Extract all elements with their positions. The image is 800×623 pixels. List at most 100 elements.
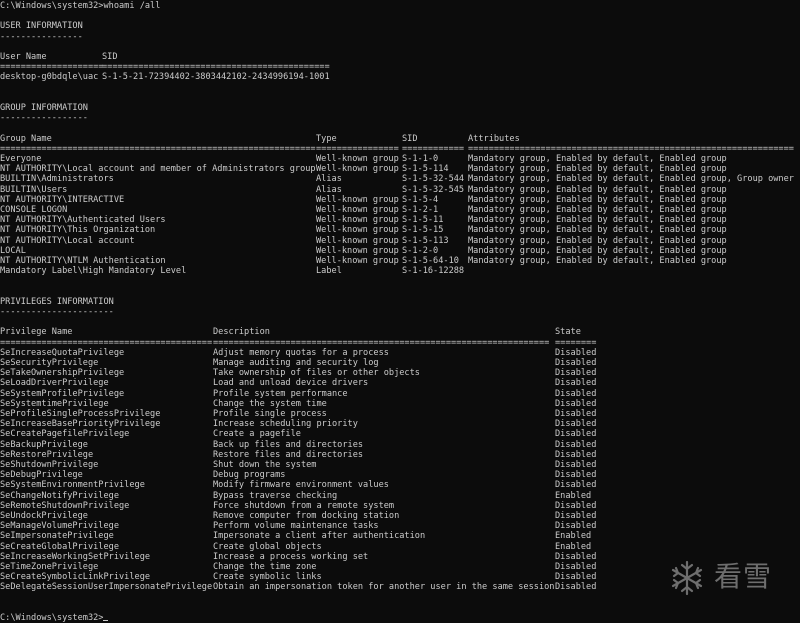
table-cell: Adjust memory quotas for a process bbox=[213, 347, 389, 358]
table-cell: SeCreateSymbolicLinkPrivilege bbox=[0, 572, 151, 583]
table-cell: Profile single process bbox=[213, 409, 327, 419]
table-cell: Disabled bbox=[555, 470, 597, 481]
table-cell: Force shutdown from a remote system bbox=[213, 500, 395, 511]
table-cell: S-1-5-113 bbox=[402, 235, 449, 246]
table-cell: Mandatory group, Enabled by default, Ena… bbox=[468, 164, 727, 175]
table-cell: SeManageVolumePrivilege bbox=[0, 521, 119, 532]
user-info-title: USER INFORMATION bbox=[0, 21, 83, 32]
table-cell: S-1-5-11 bbox=[402, 215, 444, 226]
table-cell: Change the time zone bbox=[213, 562, 317, 572]
table-cell: Enabled bbox=[555, 541, 592, 552]
table-cell: Back up files and directories bbox=[213, 439, 364, 450]
table-cell: Disabled bbox=[555, 358, 597, 368]
privileges-info-title: PRIVILEGES INFORMATION bbox=[0, 296, 114, 307]
column-header: Type bbox=[316, 133, 337, 144]
table-cell: Disabled bbox=[555, 439, 597, 450]
table-cell: Mandatory group, Enabled by default, Ena… bbox=[468, 154, 727, 164]
table-cell: SeSecurityPrivilege bbox=[0, 358, 99, 368]
table-cell: SeTimeZonePrivilege bbox=[0, 562, 99, 572]
table-cell: NT AUTHORITY\Local account and member of… bbox=[0, 164, 316, 175]
column-header: State bbox=[555, 327, 581, 338]
table-cell: SeRestorePrivilege bbox=[0, 449, 94, 460]
console-output[interactable]: C:\Windows\system32>whoami /all USER INFO… bbox=[0, 0, 800, 623]
table-cell: Mandatory group, Enabled by default, Ena… bbox=[468, 184, 727, 195]
table-cell: Debug programs bbox=[213, 470, 286, 481]
table-cell: S-1-16-12288 bbox=[402, 266, 465, 277]
table-cell: NT AUTHORITY\INTERACTIVE bbox=[0, 194, 125, 205]
table-cell: Enabled bbox=[555, 531, 592, 542]
table-cell: Impersonate a client after authenticatio… bbox=[213, 531, 426, 542]
rule-segment: ======== bbox=[555, 337, 597, 348]
table-cell: Mandatory group, Enabled by default, Ena… bbox=[468, 245, 727, 256]
table-cell: S-1-5-32-545 bbox=[402, 184, 465, 195]
table-cell: NT AUTHORITY\NTLM Authentication bbox=[0, 256, 166, 266]
table-cell: Profile system performance bbox=[213, 388, 348, 399]
table-cell: SeProfileSingleProcessPrivilege bbox=[0, 409, 161, 419]
table-cell: Enabled bbox=[555, 490, 592, 501]
table-cell: Disabled bbox=[555, 368, 597, 379]
table-cell: Perform volume maintenance tasks bbox=[213, 521, 379, 532]
table-cell: desktop-g0bdqle\uac bbox=[0, 72, 99, 83]
table-cell: SeShutdownPrivilege bbox=[0, 460, 99, 470]
table-cell: SeChangeNotifyPrivilege bbox=[0, 490, 119, 501]
table-cell: Well-known group bbox=[316, 164, 399, 175]
table-cell: Disabled bbox=[555, 582, 597, 593]
rule-segment: ============ bbox=[402, 143, 465, 154]
table-cell: Mandatory group, Enabled by default, Ena… bbox=[468, 174, 794, 185]
table-cell: S-1-2-1 bbox=[402, 205, 439, 215]
table-cell: Modify firmware environment values bbox=[213, 480, 389, 491]
table-cell: Obtain an impersonation token for anothe… bbox=[213, 582, 555, 593]
table-cell: Well-known group bbox=[316, 256, 399, 266]
rule-segment: ========================================… bbox=[468, 143, 794, 154]
table-cell: SeIncreaseBasePriorityPrivilege bbox=[0, 419, 161, 430]
table-cell: Mandatory group, Enabled by default, Ena… bbox=[468, 235, 727, 246]
table-cell: LOCAL bbox=[0, 245, 26, 256]
table-cell: Well-known group bbox=[316, 154, 399, 164]
table-cell: Label bbox=[316, 266, 342, 277]
table-cell: SeUndockPrivilege bbox=[0, 511, 88, 521]
rule-segment: ================ bbox=[316, 143, 399, 154]
table-cell: SeSystemtimePrivilege bbox=[0, 398, 109, 409]
table-cell: Disabled bbox=[555, 378, 597, 389]
rule-segment: ========================================… bbox=[102, 62, 330, 73]
table-cell: SeSystemProfilePrivilege bbox=[0, 388, 125, 399]
rule-segment: ==================== bbox=[0, 62, 104, 73]
table-cell: Everyone bbox=[0, 154, 42, 164]
table-cell: Well-known group bbox=[316, 245, 399, 256]
table-cell: Restore files and directories bbox=[213, 449, 364, 460]
table-cell: SeTakeOwnershipPrivilege bbox=[0, 368, 125, 379]
table-cell: Create a pagefile bbox=[213, 429, 301, 440]
text-cursor bbox=[103, 620, 109, 621]
table-cell: SeIncreaseQuotaPrivilege bbox=[0, 347, 125, 358]
table-cell: Create symbolic links bbox=[213, 572, 322, 583]
table-cell: Manage auditing and security log bbox=[213, 358, 379, 368]
table-cell: S-1-5-114 bbox=[402, 164, 449, 175]
table-cell: CONSOLE LOGON bbox=[0, 205, 68, 215]
table-cell: BUILTIN\Administrators bbox=[0, 174, 114, 185]
column-header: User Name bbox=[0, 52, 47, 62]
table-cell: Disabled bbox=[555, 460, 597, 470]
table-cell: Load and unload device drivers bbox=[213, 378, 369, 389]
watermark: 看雪 bbox=[668, 557, 780, 597]
table-cell: Increase a process working set bbox=[213, 551, 369, 562]
table-cell: Shut down the system bbox=[213, 460, 317, 470]
table-cell: Disabled bbox=[555, 480, 597, 491]
table-cell: Well-known group bbox=[316, 225, 399, 236]
command-text: C:\Windows\system32>whoami /all bbox=[0, 1, 161, 11]
column-header: Attributes bbox=[468, 133, 520, 144]
table-cell: SeDelegateSessionUserImpersonatePrivileg… bbox=[0, 582, 213, 593]
table-cell: S-1-5-15 bbox=[402, 225, 444, 236]
table-cell: Create global objects bbox=[213, 541, 322, 552]
table-cell: SeIncreaseWorkingSetPrivilege bbox=[0, 551, 151, 562]
table-cell: Well-known group bbox=[316, 215, 399, 226]
column-header: SID bbox=[402, 133, 418, 144]
table-cell: NT AUTHORITY\This Organization bbox=[0, 225, 156, 236]
table-cell: BUILTIN\Users bbox=[0, 184, 68, 195]
column-header: SID bbox=[102, 52, 118, 62]
table-cell: NT AUTHORITY\Local account bbox=[0, 235, 135, 246]
table-cell: Increase scheduling priority bbox=[213, 419, 358, 430]
table-cell: Disabled bbox=[555, 500, 597, 511]
table-cell: Take ownership of files or other objects bbox=[213, 368, 420, 379]
table-cell: SeCreatePagefilePrivilege bbox=[0, 429, 130, 440]
table-cell: Disabled bbox=[555, 347, 597, 358]
